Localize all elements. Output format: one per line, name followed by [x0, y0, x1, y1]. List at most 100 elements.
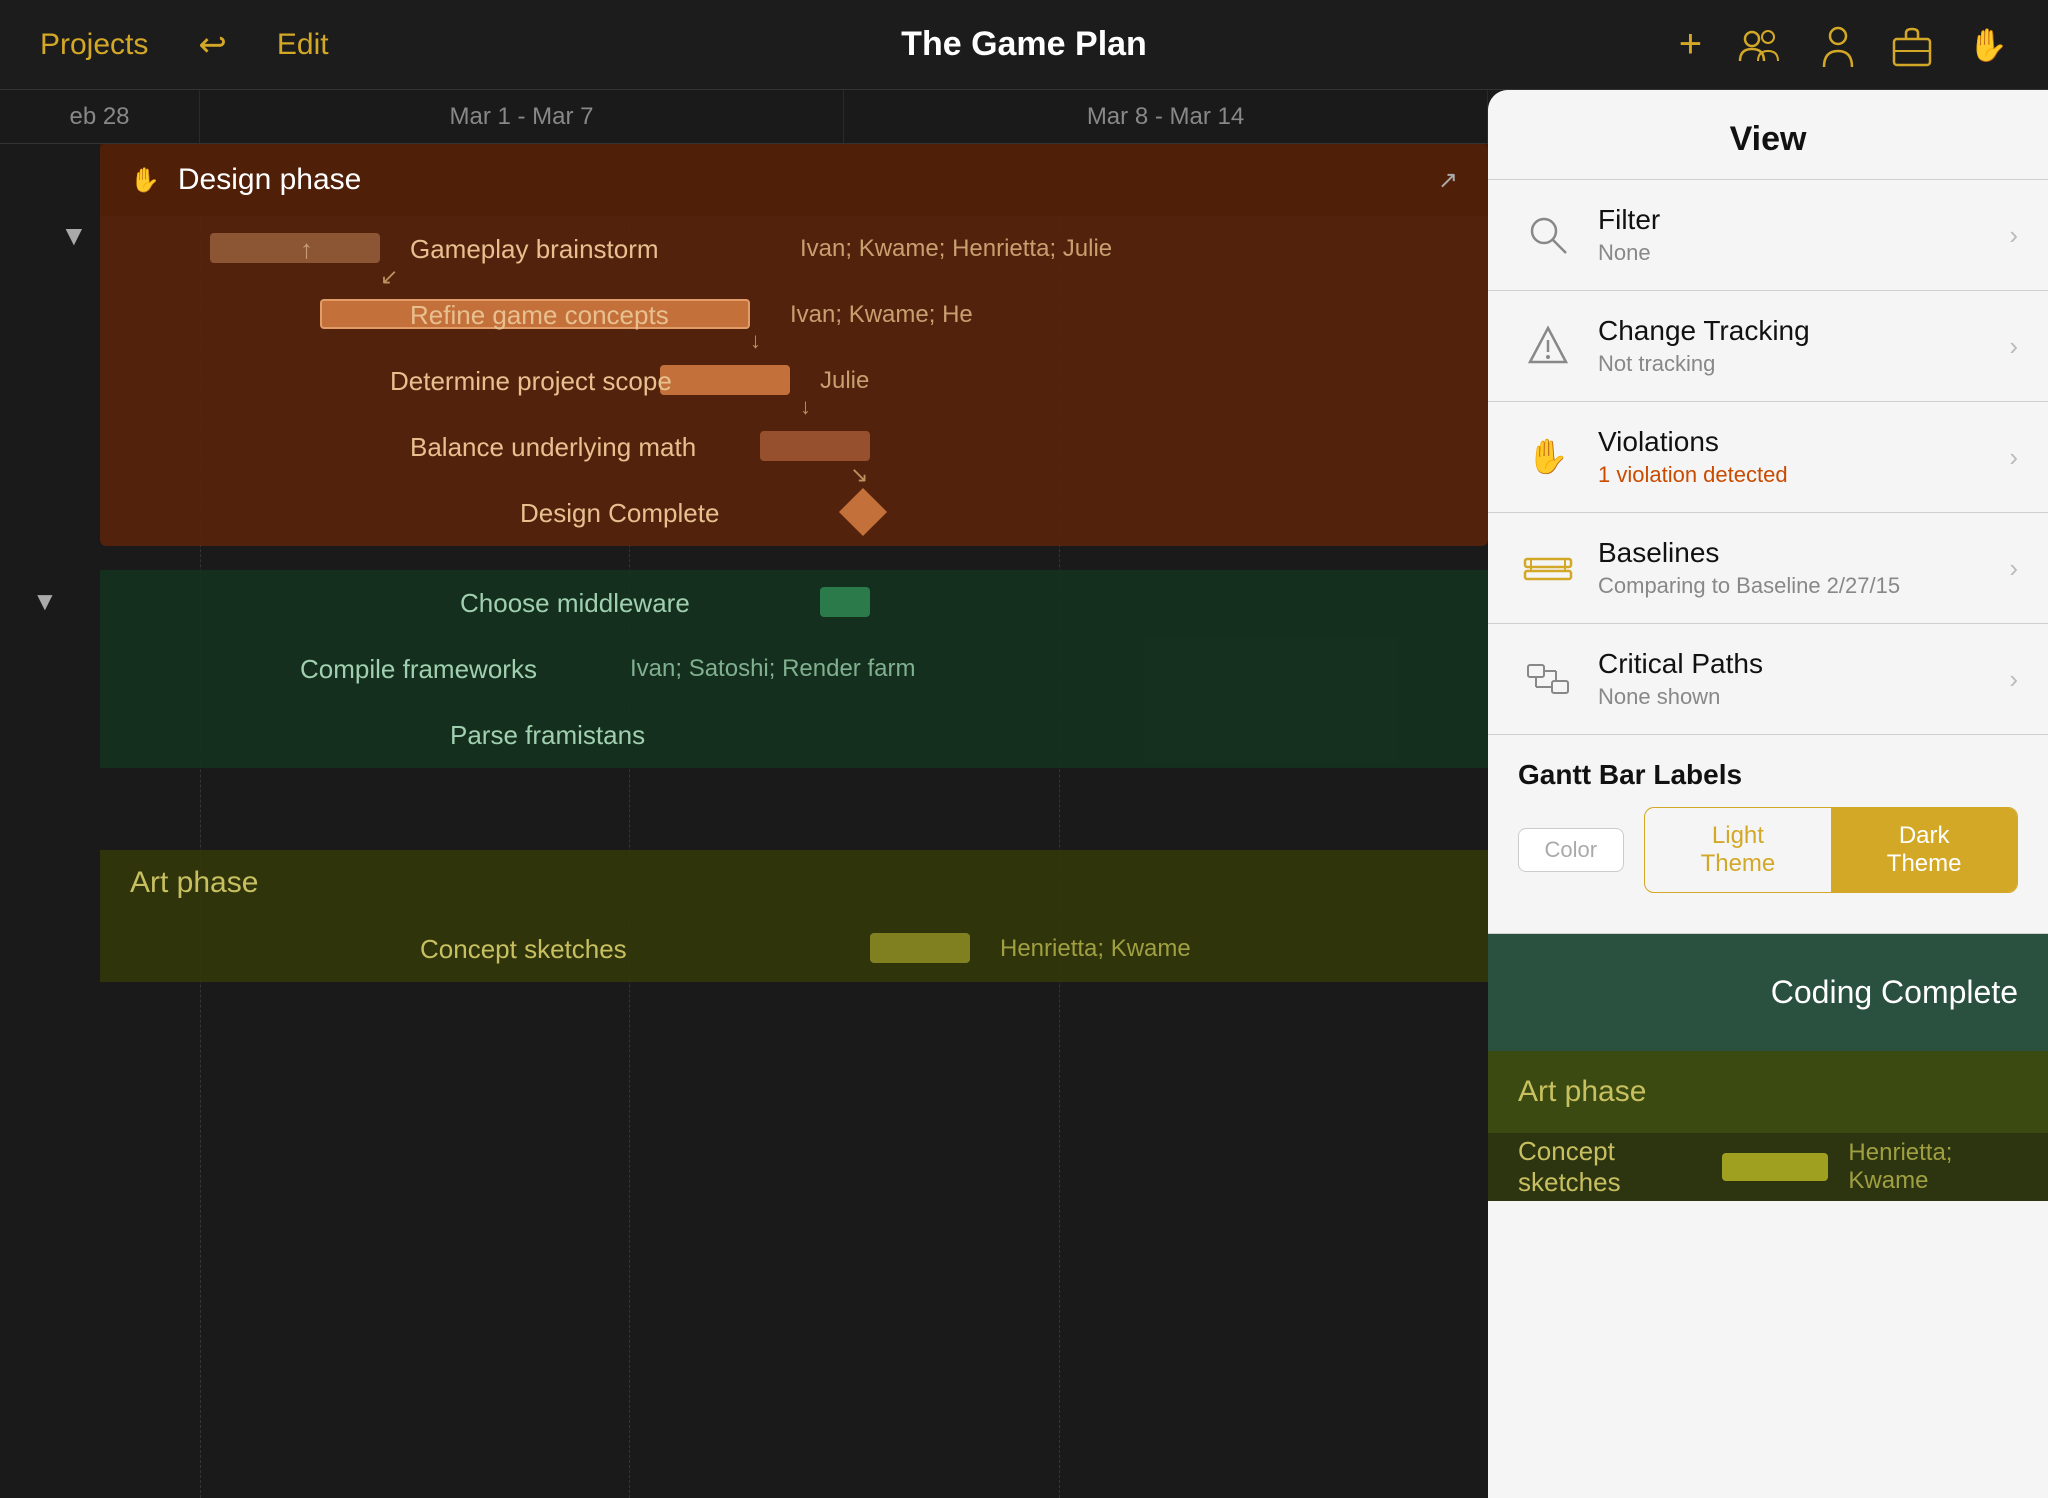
timeline-col-feb: eb 28 — [0, 90, 200, 143]
task-row-concept: Concept sketches Henrietta; Kwame — [100, 916, 1488, 982]
task-name-balance: Balance underlying math — [410, 432, 696, 463]
concept-panel-row: Concept sketches Henrietta; Kwame — [1488, 1133, 2048, 1201]
milestone-design-complete — [839, 488, 887, 536]
concept-panel-name: Concept sketches — [1518, 1136, 1702, 1198]
filter-icon — [1518, 205, 1578, 265]
gantt-bar-labels-section: Gantt Bar Labels Color Light Theme Dark … — [1488, 735, 2048, 933]
color-label-input[interactable]: Color — [1518, 828, 1624, 872]
top-bar: Projects ↩ Edit The Game Plan + — [0, 0, 2048, 90]
task-name-concept: Concept sketches — [420, 934, 627, 965]
top-bar-right: + ✋ — [1679, 22, 2008, 67]
design-phase-icon: ✋ — [130, 166, 160, 195]
coding-collapse-triangle[interactable]: ▼ — [32, 586, 58, 617]
baselines-item[interactable]: Baselines Comparing to Baseline 2/27/15 … — [1488, 513, 2048, 623]
baselines-content: Baselines Comparing to Baseline 2/27/15 — [1598, 537, 2009, 599]
violations-subtitle: 1 violation detected — [1598, 462, 2009, 488]
task-name-middleware: Choose middleware — [460, 588, 690, 619]
art-phase-panel-row: Art phase — [1488, 1051, 2048, 1133]
change-tracking-icon — [1518, 316, 1578, 376]
dark-theme-button[interactable]: Dark Theme — [1831, 808, 2017, 892]
view-panel-title: View — [1488, 90, 2048, 179]
art-phase-block: Art phase Concept sketches Henrietta; Kw… — [100, 850, 1488, 982]
filter-subtitle: None — [1598, 240, 2009, 266]
task-row-balance: Balance underlying math ↘ — [100, 414, 1488, 480]
critical-paths-icon — [1518, 649, 1578, 709]
violations-icon: ✋ — [1518, 427, 1578, 487]
design-phase-header: ✋ Design phase ↗ — [100, 144, 1488, 216]
coding-complete-section: Coding Complete — [1488, 934, 2048, 1051]
task-name-design-complete: Design Complete — [520, 498, 719, 529]
task-name-parse: Parse framistans — [450, 720, 645, 751]
critical-paths-item[interactable]: Critical Paths None shown › — [1488, 624, 2048, 734]
concept-panel-bar — [1722, 1153, 1829, 1181]
task-name-scope: Determine project scope — [390, 366, 672, 397]
task-bar-balance[interactable] — [760, 431, 870, 461]
filter-chevron: › — [2009, 220, 2018, 251]
change-tracking-title: Change Tracking — [1598, 315, 2009, 347]
filter-content: Filter None — [1598, 204, 2009, 266]
violations-title: Violations — [1598, 426, 2009, 458]
change-tracking-content: Change Tracking Not tracking — [1598, 315, 2009, 377]
undo-button[interactable]: ↩ — [198, 25, 227, 65]
coding-complete-label: Coding Complete — [1771, 974, 2018, 1011]
task-row-parse: Parse framistans — [100, 702, 1488, 768]
baselines-icon — [1518, 538, 1578, 598]
baselines-subtitle: Comparing to Baseline 2/27/15 — [1598, 573, 2009, 599]
design-phase-arrow: ↗ — [1438, 166, 1458, 195]
task-assignee-compile: Ivan; Satoshi; Render farm — [630, 655, 915, 683]
task-bar-gameplay[interactable] — [210, 233, 380, 263]
filter-title: Filter — [1598, 204, 2009, 236]
violations-item[interactable]: ✋ Violations 1 violation detected › — [1488, 402, 2048, 512]
critical-paths-title: Critical Paths — [1598, 648, 2009, 680]
task-bar-middleware[interactable] — [820, 587, 870, 617]
timeline-col-mar8: Mar 8 - Mar 14 — [844, 90, 1488, 143]
critical-paths-content: Critical Paths None shown — [1598, 648, 2009, 710]
violations-chevron: › — [2009, 442, 2018, 473]
change-tracking-chevron: › — [2009, 331, 2018, 362]
top-bar-left: Projects ↩ Edit — [40, 25, 329, 65]
design-phase-title: Design phase — [178, 163, 361, 197]
baselines-title: Baselines — [1598, 537, 2009, 569]
light-theme-button[interactable]: Light Theme — [1645, 808, 1832, 892]
critical-paths-chevron: › — [2009, 664, 2018, 695]
task-bar-concept[interactable] — [870, 933, 970, 963]
add-icon[interactable]: + — [1679, 22, 1702, 67]
palm-icon[interactable]: ✋ — [1968, 26, 2008, 64]
violations-content: Violations 1 violation detected — [1598, 426, 2009, 488]
main-area: eb 28 Mar 1 - Mar 7 Mar 8 - Mar 14 ▼ ✋ D… — [0, 90, 2048, 1498]
critical-paths-subtitle: None shown — [1598, 684, 2009, 710]
timeline-col-mar1: Mar 1 - Mar 7 — [200, 90, 844, 143]
timeline-header: eb 28 Mar 1 - Mar 7 Mar 8 - Mar 14 — [0, 90, 1488, 144]
task-row-scope: Determine project scope Julie ↓ — [100, 348, 1488, 414]
color-label-placeholder: Color — [1544, 837, 1597, 863]
design-phase-block: ✋ Design phase ↗ ↑ Gameplay brainstorm I… — [100, 144, 1488, 546]
projects-button[interactable]: Projects — [40, 28, 148, 62]
change-tracking-subtitle: Not tracking — [1598, 351, 2009, 377]
task-assignee-gameplay: Ivan; Kwame; Henrietta; Julie — [800, 235, 1112, 263]
art-phase-title: Art phase — [130, 866, 258, 900]
person-icon[interactable] — [1820, 23, 1856, 67]
concept-panel-assignee: Henrietta; Kwame — [1848, 1139, 2018, 1195]
task-name-refine: Refine game concepts — [410, 300, 669, 331]
multi-person-icon[interactable] — [1738, 27, 1784, 63]
label-row: Color Light Theme Dark Theme — [1518, 807, 2018, 893]
task-row-refine: Refine game concepts Ivan; Kwame; He ↓ — [100, 282, 1488, 348]
coding-phase-block: ▼ Choose middleware Compile frameworks I… — [100, 570, 1488, 768]
art-phase-header: Art phase — [100, 850, 1488, 916]
collapse-triangle[interactable]: ▼ — [60, 220, 88, 252]
task-assignee-refine: Ivan; Kwame; He — [790, 301, 973, 329]
gantt-bar-labels-title: Gantt Bar Labels — [1518, 759, 2018, 791]
page-title: The Game Plan — [901, 25, 1147, 64]
suitcase-icon[interactable] — [1892, 23, 1932, 67]
task-bar-scope[interactable] — [660, 365, 790, 395]
art-phase-panel-title: Art phase — [1518, 1075, 1646, 1109]
view-panel: View Filter None › — [1488, 90, 2048, 1498]
change-tracking-item[interactable]: Change Tracking Not tracking › — [1488, 291, 2048, 401]
gantt-area: eb 28 Mar 1 - Mar 7 Mar 8 - Mar 14 ▼ ✋ D… — [0, 90, 1488, 1498]
filter-item[interactable]: Filter None › — [1488, 180, 2048, 290]
theme-toggle: Light Theme Dark Theme — [1644, 807, 2018, 893]
baselines-chevron: › — [2009, 553, 2018, 584]
task-row-design-complete: Design Complete — [100, 480, 1488, 546]
edit-button[interactable]: Edit — [277, 28, 329, 62]
task-assignee-scope: Julie — [820, 367, 869, 395]
